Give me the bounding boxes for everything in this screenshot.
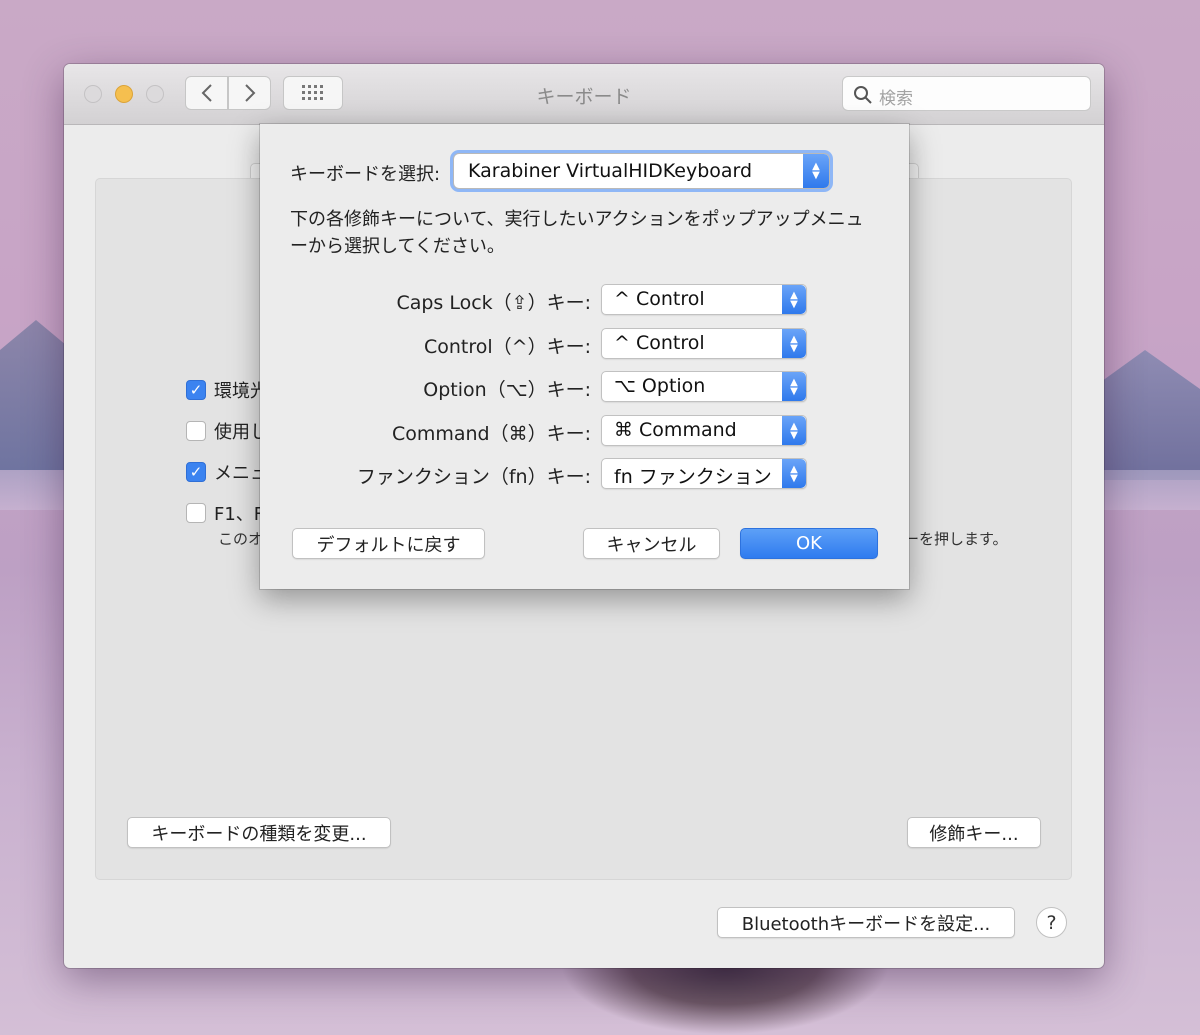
- option-function-keys[interactable]: F1、F: [186, 500, 264, 526]
- title-bar: キーボード 検索: [64, 64, 1104, 125]
- command-value: ⌘ Command: [614, 419, 737, 441]
- bluetooth-keyboard-button[interactable]: Bluetoothキーボードを設定...: [717, 907, 1015, 938]
- caps-lock-value: ^ Control: [614, 288, 705, 310]
- restore-defaults-button[interactable]: デフォルトに戻す: [292, 528, 485, 559]
- ok-button[interactable]: OK: [740, 528, 878, 559]
- control-select[interactable]: ^ Control ▲ ▼: [601, 328, 807, 359]
- keyboard-select-value: Karabiner VirtualHIDKeyboard: [468, 160, 753, 182]
- option-value: ⌥ Option: [614, 375, 706, 397]
- change-keyboard-type-button[interactable]: キーボードの種類を変更...: [127, 817, 391, 848]
- option-label: Option（⌥）キー:: [423, 379, 591, 401]
- popup-arrows-icon: ▲ ▼: [782, 285, 806, 314]
- option-select[interactable]: ⌥ Option ▲ ▼: [601, 371, 807, 402]
- option-use[interactable]: 使用し: [186, 418, 268, 444]
- keyboard-select-label: キーボードを選択:: [290, 164, 441, 185]
- function-select[interactable]: fn ファンクション ▲ ▼: [601, 458, 807, 489]
- control-label: Control（^）キー:: [423, 336, 591, 358]
- preferences-window: キーボード 検索 ✓ 環境光 使用し ✓ メニュ F1、F このオ ーを押します…: [64, 64, 1104, 968]
- popup-arrows-icon: ▲ ▼: [782, 372, 806, 401]
- popup-arrows-icon: ▲ ▼: [782, 329, 806, 358]
- checkbox-checked[interactable]: ✓: [186, 380, 206, 400]
- checkbox-checked[interactable]: ✓: [186, 462, 206, 482]
- caps-lock-select[interactable]: ^ Control ▲ ▼: [601, 284, 807, 315]
- keyboard-select[interactable]: Karabiner VirtualHIDKeyboard ▲ ▼: [453, 153, 830, 189]
- command-label: Command（⌘）キー:: [391, 423, 591, 445]
- control-value: ^ Control: [614, 332, 705, 354]
- popup-arrows-icon: ▲ ▼: [782, 459, 806, 488]
- function-label: ファンクション（fn）キー:: [356, 466, 591, 488]
- sheet-description: 下の各修飾キーについて、実行したいアクションをポップアップメニューから選択してく…: [290, 209, 864, 257]
- option-note-left: このオ: [218, 530, 264, 548]
- search-placeholder: 検索: [879, 89, 913, 109]
- modifier-keys-button[interactable]: 修飾キー...: [907, 817, 1041, 848]
- option-label: F1、F: [214, 504, 265, 525]
- modifier-keys-sheet: キーボードを選択: Karabiner VirtualHIDKeyboard ▲…: [260, 124, 909, 589]
- checkbox-unchecked[interactable]: [186, 503, 206, 523]
- popup-arrows-icon: ▲ ▼: [782, 416, 806, 445]
- option-menu[interactable]: ✓ メニュ: [186, 459, 268, 485]
- command-select[interactable]: ⌘ Command ▲ ▼: [601, 415, 807, 446]
- popup-arrows-icon: ▲ ▼: [803, 154, 829, 188]
- search-field[interactable]: 検索: [842, 76, 1091, 111]
- option-ambient-light[interactable]: ✓ 環境光: [186, 377, 268, 403]
- caps-lock-label: Caps Lock（⇪）キー:: [396, 292, 591, 314]
- help-button[interactable]: ?: [1036, 907, 1067, 938]
- search-icon: [854, 86, 872, 104]
- background-tree: [560, 965, 890, 1035]
- cancel-button[interactable]: キャンセル: [583, 528, 720, 559]
- option-note-right: ーを押します。: [904, 530, 1008, 548]
- checkbox-unchecked[interactable]: [186, 421, 206, 441]
- background-mountain-right: [1100, 350, 1200, 480]
- function-value: fn ファンクション: [614, 466, 772, 488]
